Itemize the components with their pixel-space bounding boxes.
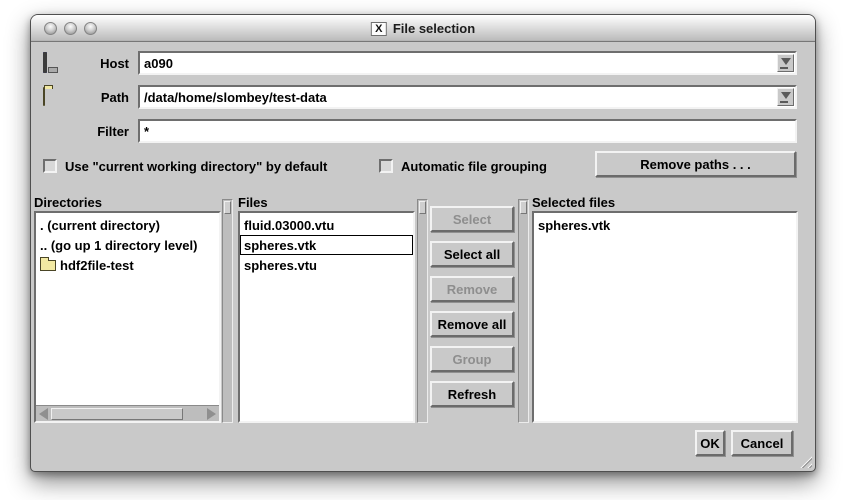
file-item[interactable]: spheres.vtk xyxy=(240,235,413,255)
action-button[interactable]: Select xyxy=(430,206,514,232)
folder-icon xyxy=(43,88,62,106)
selected-files-vertical-scrollbar[interactable] xyxy=(518,199,529,423)
directories-horizontal-scrollbar[interactable] xyxy=(36,405,219,421)
title-bar[interactable]: X File selection xyxy=(31,15,815,42)
selected-files-items: spheres.vtk xyxy=(534,213,796,235)
host-row: Host xyxy=(43,51,797,75)
auto-grouping-option: Automatic file grouping xyxy=(379,153,547,179)
scroll-right-arrow-icon[interactable] xyxy=(204,407,219,421)
dropdown-dash-icon xyxy=(780,67,788,69)
directory-item-label: . (current directory) xyxy=(40,218,160,233)
files-vertical-scrollbar[interactable] xyxy=(417,199,428,423)
dropdown-dash-icon xyxy=(780,101,788,103)
action-button[interactable]: Group xyxy=(430,346,514,372)
title-group: X File selection xyxy=(371,15,475,42)
use-cwd-label: Use "current working directory" by defau… xyxy=(65,159,327,174)
options-row: Use "current working directory" by defau… xyxy=(43,153,797,179)
files-listbox[interactable]: fluid.03000.vtu spheres.vtk spheres.vtu xyxy=(238,211,415,423)
scrollbar-thumb[interactable] xyxy=(419,201,426,214)
use-cwd-option: Use "current working directory" by defau… xyxy=(43,153,327,179)
action-button-column: Select Select all Remove Remove all Group Ref… xyxy=(430,206,514,416)
scrollbar-thumb[interactable] xyxy=(520,201,527,214)
auto-grouping-checkbox[interactable] xyxy=(379,159,393,173)
path-row: Path xyxy=(43,85,797,109)
traffic-lights xyxy=(44,22,97,35)
file-item-label: spheres.vtk xyxy=(244,238,316,253)
file-item[interactable]: spheres.vtu xyxy=(240,255,413,275)
use-cwd-checkbox[interactable] xyxy=(43,159,57,173)
path-field-frame xyxy=(138,85,797,109)
path-input[interactable] xyxy=(140,87,795,107)
scroll-left-arrow-icon[interactable] xyxy=(36,407,51,421)
selected-file-item[interactable]: spheres.vtk xyxy=(534,215,796,235)
action-button[interactable]: Remove all xyxy=(430,311,514,337)
chevron-down-icon xyxy=(781,92,791,99)
files-items: fluid.03000.vtu spheres.vtk spheres.vtu xyxy=(240,213,413,275)
directory-item[interactable]: .. (go up 1 directory level) xyxy=(36,235,219,255)
ok-button[interactable]: OK xyxy=(695,430,725,456)
filter-input[interactable] xyxy=(140,121,795,141)
resize-grip[interactable] xyxy=(797,453,812,468)
directories-vertical-scrollbar[interactable] xyxy=(222,199,233,423)
directories-listbox[interactable]: . (current directory) .. (go up 1 direct… xyxy=(34,211,221,423)
path-history-dropdown-button[interactable] xyxy=(777,88,794,106)
filter-label: Filter xyxy=(71,124,129,139)
auto-grouping-label: Automatic file grouping xyxy=(401,159,547,174)
zoom-button[interactable] xyxy=(84,22,97,35)
host-label: Host xyxy=(71,56,129,71)
screenshot-stage: X File selection Host Path xyxy=(0,0,844,500)
chevron-down-icon xyxy=(781,58,791,65)
x11-app-icon: X xyxy=(371,22,387,36)
file-item[interactable]: fluid.03000.vtu xyxy=(240,215,413,235)
selected-file-item-label: spheres.vtk xyxy=(538,218,610,233)
computer-icon xyxy=(43,54,62,72)
cancel-button[interactable]: Cancel xyxy=(731,430,793,456)
directory-item-label: .. (go up 1 directory level) xyxy=(40,238,197,253)
action-button[interactable]: Select all xyxy=(430,241,514,267)
folder-icon xyxy=(40,260,56,271)
filter-field-frame xyxy=(138,119,797,143)
action-button[interactable]: Remove xyxy=(430,276,514,302)
directory-item[interactable]: hdf2file-test xyxy=(36,255,219,275)
directory-item-label: hdf2file-test xyxy=(60,258,134,273)
file-item-label: spheres.vtu xyxy=(244,258,317,273)
horizontal-scrollbar-thumb[interactable] xyxy=(51,408,183,420)
directories-label: Directories xyxy=(34,195,102,210)
file-item-label: fluid.03000.vtu xyxy=(244,218,334,233)
selected-files-label: Selected files xyxy=(532,195,615,210)
scrollbar-thumb[interactable] xyxy=(224,201,231,214)
directories-items: . (current directory) .. (go up 1 direct… xyxy=(36,213,219,275)
host-input[interactable] xyxy=(140,53,795,73)
minimize-button[interactable] xyxy=(64,22,77,35)
window-title: File selection xyxy=(393,21,475,36)
remove-paths-button[interactable]: Remove paths . . . xyxy=(595,151,796,177)
selected-files-listbox[interactable]: spheres.vtk xyxy=(532,211,798,423)
filter-icon-spacer xyxy=(43,122,62,140)
action-button[interactable]: Refresh xyxy=(430,381,514,407)
path-label: Path xyxy=(71,90,129,105)
host-field-frame xyxy=(138,51,797,75)
host-history-dropdown-button[interactable] xyxy=(777,54,794,72)
filter-row: Filter xyxy=(43,119,797,143)
file-selection-dialog: X File selection Host Path xyxy=(30,14,816,472)
directory-item[interactable]: . (current directory) xyxy=(36,215,219,235)
files-label: Files xyxy=(238,195,268,210)
close-button[interactable] xyxy=(44,22,57,35)
